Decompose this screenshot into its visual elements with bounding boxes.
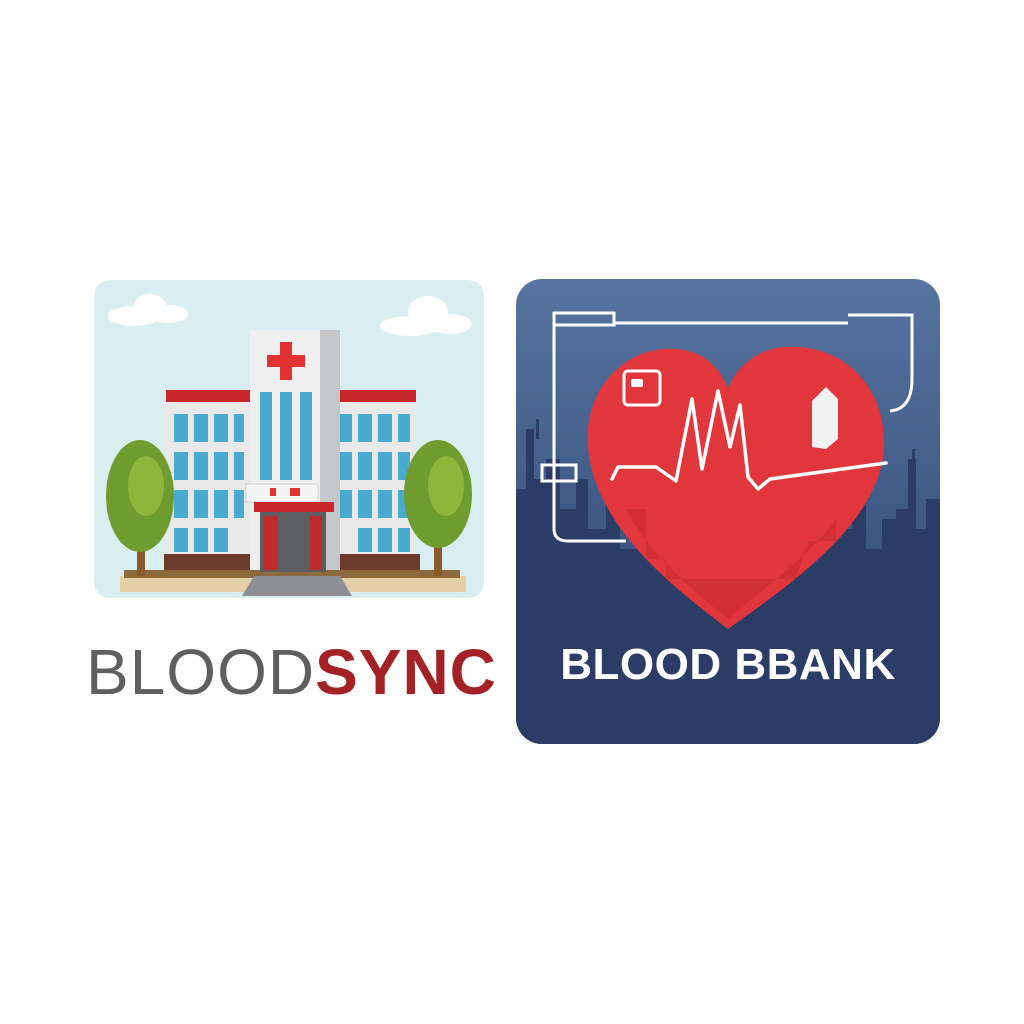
bloodsync-logo: BLOODSYNC [86,278,496,718]
blood-bank-logo: BLOOD BBANK [516,279,940,744]
left-wing [164,390,254,570]
wordmark-sync: SYNC [315,636,497,708]
hospital-building-icon [94,280,484,598]
wordmark-blood: BLOOD [86,636,316,708]
logo-sheet: BLOODSYNC BLOOD BBANK [0,0,1024,1024]
entrance-path [242,576,352,596]
central-tower [245,330,340,572]
blood-bank-wordmark: BLOOD BBANK [560,640,896,689]
bloodsync-wordmark: BLOODSYNC [86,632,496,712]
